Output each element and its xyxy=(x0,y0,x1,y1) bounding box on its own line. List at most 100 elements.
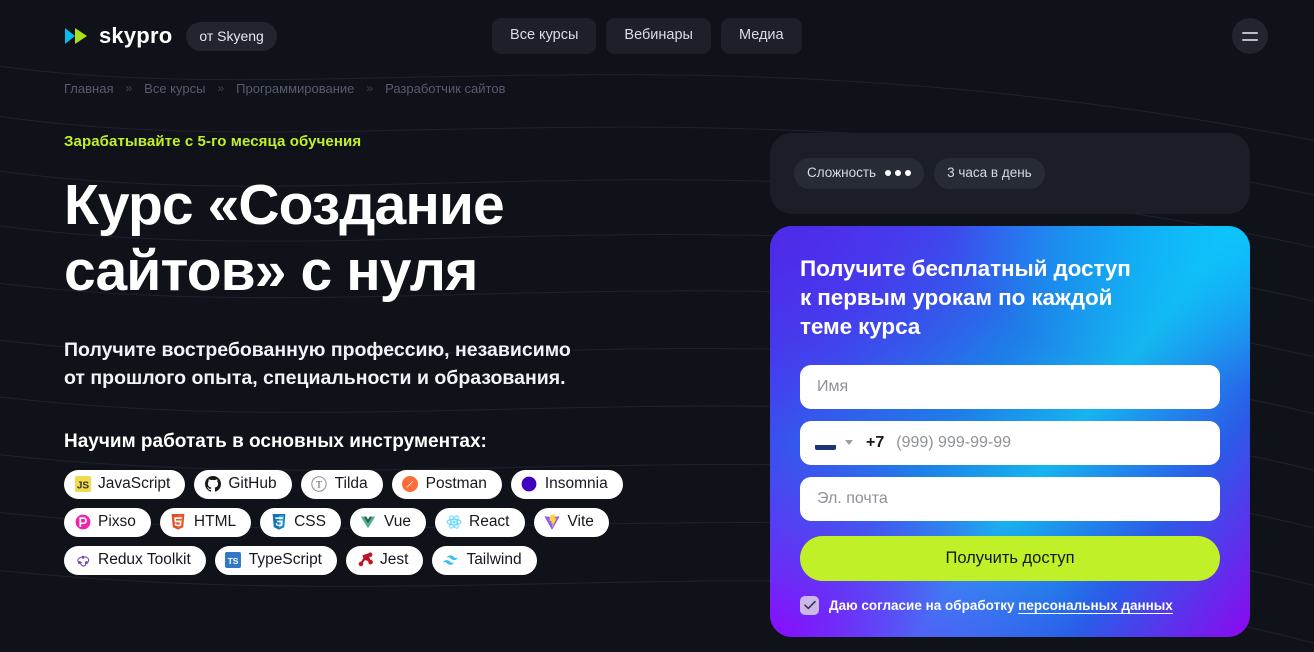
breadcrumb-separator: » xyxy=(125,81,133,95)
page-root: skypro от Skyeng Все курсы Вебинары Меди… xyxy=(0,0,1314,652)
postman-icon xyxy=(402,476,419,493)
logo[interactable]: skypro xyxy=(64,23,172,49)
tool-chip-jest: Jest xyxy=(346,545,424,575)
breadcrumb-separator: » xyxy=(366,81,374,95)
difficulty-dots-icon xyxy=(885,169,912,176)
brand[interactable]: skypro от Skyeng xyxy=(64,21,277,51)
personal-data-link[interactable]: персональных данных xyxy=(1018,598,1173,613)
nav-item-all-courses[interactable]: Все курсы xyxy=(492,18,597,54)
tool-chip-redux-toolkit: Redux Toolkit xyxy=(64,545,206,575)
svg-text:TS: TS xyxy=(228,556,239,566)
breadcrumb-item-home[interactable]: Главная xyxy=(64,81,113,96)
tool-chip-label: TypeScript xyxy=(248,551,322,569)
breadcrumb-item-current[interactable]: Разработчик сайтов xyxy=(385,81,505,96)
hero-subtitle-line-1: Получите востребованную профессию, незав… xyxy=(64,339,571,362)
hero-eyebrow: Зарабатывайте с 5-го месяца обучения xyxy=(64,133,362,150)
tool-chip-label: Pixso xyxy=(98,513,136,531)
lead-form-card: Получите бесплатный доступ к первым урок… xyxy=(770,225,1250,637)
breadcrumb-item-all-courses[interactable]: Все курсы xyxy=(144,81,205,96)
tools-chip-row: Pixso HTML CSS Vue React Vite xyxy=(64,507,684,537)
tool-chip-html: HTML xyxy=(159,507,252,537)
course-meta-card: Сложность 3 часа в день xyxy=(770,133,1250,214)
tool-chip-label: HTML xyxy=(193,513,237,531)
breadcrumb-separator: » xyxy=(217,81,225,95)
vue-icon xyxy=(360,514,377,531)
page-title: Курс «Создание сайтов» с нуля xyxy=(64,172,684,304)
tool-chip-react: React xyxy=(435,507,525,537)
consent-checkbox[interactable] xyxy=(800,595,819,615)
form-title-line-2: к первым урокам по каждой xyxy=(800,284,1113,310)
javascript-icon: JS xyxy=(74,476,91,493)
tool-chip-github: GitHub xyxy=(194,469,292,499)
signup-column: Сложность 3 часа в день Получите бесплат… xyxy=(770,133,1250,637)
hamburger-icon[interactable] xyxy=(1231,18,1268,54)
phone-country-code: +7 xyxy=(866,433,885,451)
tool-chip-vite: Vite xyxy=(533,507,609,537)
insomnia-icon xyxy=(521,476,538,493)
nav-item-media[interactable]: Медиа xyxy=(720,18,802,54)
page-title-line-1: Курс «Создание xyxy=(64,173,505,237)
tool-chip-label: Tilda xyxy=(334,475,368,493)
tools-chip-row: Redux Toolkit TS TypeScript Jest Tailwin… xyxy=(64,545,684,575)
react-icon xyxy=(445,514,462,531)
jest-icon xyxy=(356,552,373,569)
email-field-placeholder: Эл. почта xyxy=(817,489,888,507)
tool-chip-label: Vite xyxy=(567,513,594,531)
main-nav: Все курсы Вебинары Медиа xyxy=(492,18,802,54)
submit-button[interactable]: Получить доступ xyxy=(800,535,1220,581)
main-content: Зарабатывайте с 5-го месяца обучения Кур… xyxy=(0,133,1314,637)
nav-item-webinars[interactable]: Вебинары xyxy=(606,18,711,54)
breadcrumb: Главная » Все курсы » Программирование »… xyxy=(0,75,1314,101)
css3-icon xyxy=(270,514,287,531)
tool-chip-css: CSS xyxy=(260,507,341,537)
chevron-down-icon[interactable] xyxy=(845,440,853,446)
tool-chip-label: Vue xyxy=(383,513,411,531)
pixso-icon xyxy=(74,514,91,531)
tool-chip-vue: Vue xyxy=(349,507,426,537)
tools-chip-row: JS JavaScript GitHub T Tilda Postman Ins… xyxy=(64,469,684,499)
tool-chip-insomnia: Insomnia xyxy=(510,469,623,499)
tool-chip-label: Postman xyxy=(425,475,487,493)
tool-chip-label: GitHub xyxy=(228,475,277,493)
hamburger-line xyxy=(1241,38,1258,41)
difficulty-badge: Сложность xyxy=(794,158,925,189)
form-title-line-3: теме курса xyxy=(800,314,921,340)
tool-chip-label: React xyxy=(469,513,510,531)
tool-chip-pixso: Pixso xyxy=(64,507,151,537)
tool-chip-javascript: JS JavaScript xyxy=(64,469,186,499)
phone-field-placeholder: (999) 999-99-99 xyxy=(896,433,1011,451)
time-badge: 3 часа в день xyxy=(934,158,1045,189)
name-field[interactable]: Имя xyxy=(800,364,1220,409)
page-title-line-2: сайтов» с нуля xyxy=(64,239,478,304)
tilda-icon: T xyxy=(311,476,328,493)
github-icon xyxy=(204,476,221,493)
skyeng-badge[interactable]: от Skyeng xyxy=(186,21,277,51)
svg-text:JS: JS xyxy=(76,480,89,491)
consent-row: Даю согласие на обработку персональных д… xyxy=(800,595,1220,615)
vite-icon xyxy=(544,514,561,531)
consent-label: Даю согласие на обработку xyxy=(829,597,1015,613)
svg-text:T: T xyxy=(316,480,322,490)
form-title-line-1: Получите бесплатный доступ xyxy=(800,255,1131,281)
difficulty-label: Сложность xyxy=(807,165,877,180)
hamburger-line xyxy=(1241,31,1258,34)
tools-heading: Научим работать в основных инструментах: xyxy=(64,430,487,452)
tools-chip-list: JS JavaScript GitHub T Tilda Postman Ins… xyxy=(64,469,684,575)
tool-chip-label: Jest xyxy=(380,551,409,569)
tool-chip-label: Insomnia xyxy=(544,475,608,493)
redux-icon xyxy=(74,552,91,569)
name-field-placeholder: Имя xyxy=(817,377,849,395)
tool-chip-label: JavaScript xyxy=(98,475,171,493)
tool-chip-postman: Postman xyxy=(391,469,502,499)
logo-wordmark: skypro xyxy=(99,23,173,48)
breadcrumb-item-programming[interactable]: Программирование xyxy=(236,81,354,96)
tool-chip-label: CSS xyxy=(294,513,326,531)
tailwind-icon xyxy=(442,552,459,569)
email-field[interactable]: Эл. почта xyxy=(800,476,1220,521)
phone-field[interactable]: +7 (999) 999-99-99 xyxy=(800,420,1220,465)
skypro-play-mark-icon xyxy=(65,28,87,44)
typescript-icon: TS xyxy=(225,552,242,569)
form-title: Получите бесплатный доступ к первым урок… xyxy=(800,254,1220,342)
hero-subtitle: Получите востребованную профессию, незав… xyxy=(64,337,584,392)
tool-chip-tailwind: Tailwind xyxy=(432,545,537,575)
